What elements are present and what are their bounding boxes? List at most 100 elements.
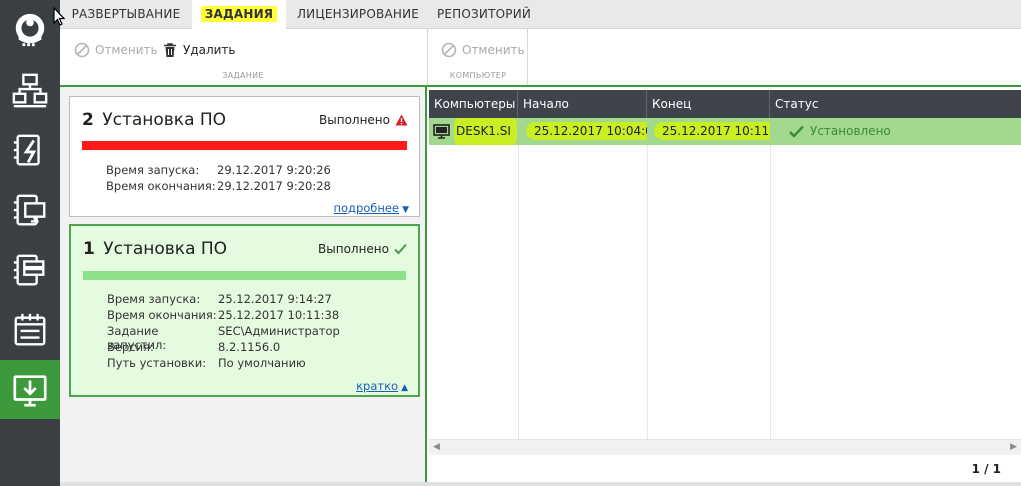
task-title: 2 Установка ПО — [82, 110, 226, 130]
detail-value: По умолчанию — [218, 356, 306, 370]
nav-schedule[interactable] — [0, 300, 60, 359]
task-status: Выполнено — [319, 113, 408, 127]
task-group-label: ЗАДАНИЕ — [222, 71, 264, 80]
column-divider — [647, 145, 648, 439]
detail-row: Версия: 8.2.1156.0 — [107, 340, 340, 356]
nav-network[interactable] — [0, 60, 60, 119]
detail-value: 25.12.2017 9:14:27 — [218, 292, 332, 306]
task-number: 2 — [82, 110, 94, 130]
task-action-group: Отменить Удалить ЗАДАНИЕ — [60, 29, 426, 85]
task-title: 1 Установка ПО — [83, 239, 227, 259]
start-time: 25.12.2017 10:04:0 — [526, 122, 647, 140]
computer-group-label: КОМПЬЮТЕР — [449, 71, 507, 80]
nav-install[interactable] — [0, 360, 60, 419]
detail-value: 8.2.1156.0 — [218, 340, 281, 354]
column-header-computers[interactable]: Компьютеры — [429, 90, 518, 118]
nav-computers[interactable] — [0, 180, 60, 239]
tab-repository[interactable]: РЕПОЗИТОРИЙ — [434, 0, 534, 29]
details-link-label: подробнее — [333, 201, 400, 215]
cancel-task-label: Отменить — [95, 43, 158, 57]
cell-end: 25.12.2017 10:11: — [650, 118, 770, 145]
tab-bar: РАЗВЕРТЫВАНИЕ ЗАДАНИЯ ЛИЦЕНЗИРОВАНИЕ РЕП… — [60, 0, 1021, 30]
detail-row: Задание запустил: SEC\Администратор — [107, 324, 340, 352]
detail-row: Путь установки: По умолчанию — [107, 356, 340, 372]
task-details: Время запуска: 25.12.2017 9:14:27 Время о… — [107, 292, 340, 372]
nav-deploy[interactable] — [0, 120, 60, 179]
detail-key: Версия: — [107, 340, 154, 354]
left-nav-bar — [0, 0, 60, 486]
mouse-cursor-icon — [53, 7, 65, 26]
network-icon — [12, 73, 48, 107]
deploy-icon — [13, 134, 40, 165]
task-status: Выполнено — [318, 242, 407, 256]
detail-value: 25.12.2017 10:11:38 — [218, 308, 340, 322]
column-header-end[interactable]: Конец выполнения — [647, 90, 770, 139]
toolbar: Отменить Удалить ЗАДАНИЕ Отменить КОМПЬЮ… — [60, 29, 1021, 87]
delete-task-button[interactable]: Удалить — [162, 40, 236, 60]
task-card-2[interactable]: 2 Установка ПО Выполнено Время запуска: 2… — [69, 96, 420, 217]
detail-key: Путь установки: — [107, 356, 207, 370]
details-link[interactable]: подробнее ▼ — [333, 201, 409, 215]
computer-name: DESK1.SI — [454, 118, 517, 145]
download-monitor-icon — [13, 374, 47, 407]
column-divider — [518, 145, 519, 439]
cell-status: Установлено — [785, 118, 1021, 145]
task-status-label: Выполнено — [318, 242, 389, 256]
scroll-left-icon[interactable]: ◀ — [433, 442, 440, 452]
end-time: 25.12.2017 10:11: — [654, 122, 770, 140]
nav-servers[interactable] — [0, 240, 60, 299]
task-progress-bar — [83, 271, 406, 280]
monitor-icon — [433, 124, 450, 139]
logo-icon — [15, 13, 45, 46]
check-icon — [789, 125, 804, 138]
bottom-border — [60, 482, 1021, 486]
detail-row: Время окончания: 25.12.2017 10:11:38 — [107, 308, 340, 324]
task-name: Установка ПО — [102, 110, 227, 130]
calendar-icon — [14, 313, 46, 345]
toolbar-separator — [527, 29, 528, 85]
detail-value: SEC\Администратор — [218, 324, 340, 338]
chevron-up-icon: ▲ — [401, 383, 408, 393]
tab-tasks-label: ЗАДАНИЯ — [200, 6, 278, 22]
tab-deployment[interactable]: РАЗВЕРТЫВАНИЕ — [66, 0, 186, 29]
warning-icon — [395, 114, 408, 126]
nav-logo[interactable] — [0, 0, 60, 59]
column-divider — [770, 145, 771, 439]
task-progress-bar — [82, 141, 407, 150]
cancel-task-button[interactable]: Отменить — [74, 40, 158, 60]
table-row[interactable]: DESK1.SI 25.12.2017 10:04:0 25.12.2017 1… — [429, 118, 1021, 145]
detail-key: Время запуска: — [106, 163, 200, 177]
detail-value: 29.12.2017 9:20:28 — [217, 179, 331, 193]
task-name: Установка ПО — [103, 239, 228, 259]
cell-start: 25.12.2017 10:04:0 — [522, 118, 647, 145]
column-header-start[interactable]: Начало выполнения — [518, 90, 647, 139]
pager: 1 / 1 — [971, 462, 1001, 476]
detail-row: Время окончания: 29.12.2017 9:20:28 — [106, 179, 331, 195]
brief-link[interactable]: кратко ▲ — [356, 379, 408, 393]
cancel-icon — [74, 42, 90, 58]
task-details: Время запуска: 29.12.2017 9:20:26 Время о… — [106, 163, 331, 195]
detail-row: Время запуска: 25.12.2017 9:14:27 — [107, 292, 340, 308]
column-header-status[interactable]: Статус — [770, 90, 1021, 118]
brief-link-label: кратко — [356, 379, 399, 393]
detail-key: Время окончания: — [106, 179, 216, 193]
delete-task-label: Удалить — [183, 43, 236, 57]
trash-icon — [164, 43, 176, 57]
detail-key: Время окончания: — [107, 308, 217, 322]
detail-row: Время запуска: 29.12.2017 9:20:26 — [106, 163, 331, 179]
computer-action-group: Отменить КОМПЬЮТЕР — [428, 29, 528, 85]
tab-licensing[interactable]: ЛИЦЕНЗИРОВАНИЕ — [294, 0, 422, 29]
scroll-right-icon[interactable]: ▶ — [1010, 442, 1017, 452]
detail-key: Время запуска: — [107, 292, 201, 306]
tab-tasks[interactable]: ЗАДАНИЯ — [192, 0, 286, 30]
horizontal-scrollbar[interactable]: ◀ ▶ — [429, 439, 1021, 455]
task-card-1[interactable]: 1 Установка ПО Выполнено Время запуска: 2… — [69, 224, 420, 397]
detail-value: 29.12.2017 9:20:26 — [217, 163, 331, 177]
cancel-icon — [441, 42, 457, 58]
status-label: Установлено — [810, 124, 891, 138]
check-icon — [394, 243, 407, 255]
computers-grid: Компьютеры Начало выполнения Конец выпол… — [429, 87, 1021, 486]
computer-icon — [13, 194, 46, 225]
detail-key: Задание запустил: — [107, 324, 167, 352]
cancel-computer-button[interactable]: Отменить — [441, 40, 525, 60]
